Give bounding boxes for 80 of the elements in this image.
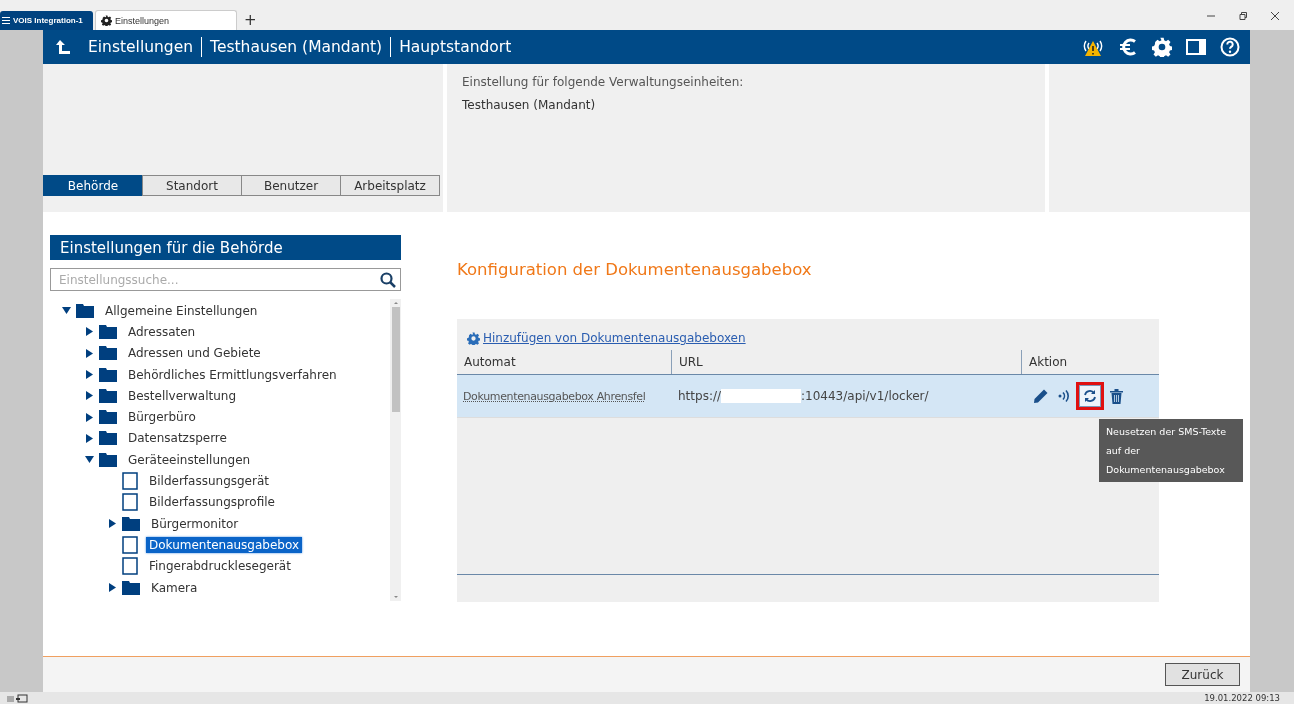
gear-icon [101,15,112,26]
tree-item[interactable]: Adressaten [125,323,199,340]
refresh-icon [1083,389,1097,403]
folder-icon [99,388,117,403]
tree-item[interactable]: Bürgerbüro [125,409,199,426]
document-icon [122,472,138,490]
url-text: https:// [678,389,721,403]
menu-icon [2,17,10,24]
add-link[interactable]: Hinzufügen von Dokumentenausgabeboxen [483,331,746,345]
caret-right-icon[interactable] [85,391,94,401]
status-icons-drawing [6,693,30,703]
scope-tab[interactable]: Benutzer [241,175,341,196]
column-header: Automat [463,354,517,371]
tree-item[interactable]: Dokumentenausgabebox [146,536,302,553]
folder-icon [99,410,117,425]
gear-icon [467,331,480,345]
folder-icon [122,516,140,531]
tree-item[interactable]: Behördliches Ermittlungsverfahren [125,366,340,383]
pencil-icon[interactable] [1033,388,1049,404]
browser-tab[interactable]: Einstellungen [95,10,237,30]
folder-icon [99,367,117,382]
tree-item[interactable]: Datensatzsperre [125,430,230,447]
tree-item[interactable]: Kamera [148,579,201,596]
signal-icon[interactable] [1058,389,1070,403]
tree-item[interactable]: Geräteeinstellungen [125,451,254,468]
status-datetime: 19.01.2022 09:13 [1204,693,1280,703]
column-header: Aktion [1021,350,1159,374]
tree-item[interactable]: Adressen und Gebiete [125,345,264,362]
scope-tab[interactable]: Arbeitsplatz [340,175,440,196]
caret-right-icon[interactable] [85,433,94,443]
euro-icon[interactable] [1118,37,1138,57]
url-text: :10443/api/v1/locker/ [801,389,929,403]
caret-right-icon[interactable] [108,583,117,592]
restore-icon[interactable] [1238,11,1248,21]
scope-label: Einstellung für folgende Verwaltungseinheiten: [462,75,745,89]
caret-down-icon[interactable] [85,455,94,465]
document-icon [122,493,138,512]
caret-right-icon[interactable] [85,348,94,358]
up-arrow-icon[interactable] [55,39,71,55]
side-panel-icon[interactable] [1186,39,1206,55]
tree-item[interactable]: Fingerabdrucklesegerät [146,558,294,575]
tree-item[interactable]: Allgemeine Einstellungen [102,302,261,319]
tooltip: Neusetzen der SMS-Texte auf der Dokumentenausgabebox [1099,419,1243,482]
refresh-button[interactable] [1076,382,1104,410]
help-icon[interactable] [1220,37,1240,57]
tree-item[interactable]: Bilderfassungsprofile [146,494,278,511]
scope-value: Testhausen (Mandant) [462,98,597,112]
document-icon [122,557,138,576]
search-icon[interactable] [380,272,396,288]
app-tab[interactable]: VOIS Integration-1 [0,11,93,30]
folder-icon [99,431,117,446]
tree-item[interactable]: Bürgermonitor [148,515,242,532]
page-heading: Konfiguration der Dokumentenausgabebox [457,260,813,279]
folder-icon [99,452,117,467]
column-header: URL [671,350,1021,374]
tree-item[interactable]: Bestellverwaltung [125,387,240,404]
folder-icon [76,303,94,318]
caret-right-icon[interactable] [85,327,94,337]
tree-item[interactable]: Bilderfassungsgerät [146,473,272,489]
caret-right-icon[interactable] [85,370,94,380]
caret-right-icon[interactable] [108,519,117,529]
scope-tab[interactable]: Standort [142,175,242,196]
back-button[interactable]: Zurück [1165,663,1240,686]
table-cell: Dokumentenausgabebox Ahrensfel [463,389,646,403]
breadcrumb[interactable]: Hauptstandort [399,38,512,56]
breadcrumb[interactable]: Einstellungen [88,38,194,56]
caret-right-icon[interactable] [85,412,94,422]
caret-down-icon[interactable] [62,306,71,316]
settings-icon[interactable] [1152,37,1172,57]
close-icon[interactable] [1270,11,1280,21]
new-tab-button[interactable]: + [244,11,257,29]
document-icon [122,535,138,554]
sidebar-title: Einstellungen für die Behörde [50,235,401,260]
folder-icon [99,324,117,339]
search-field[interactable]: Einstellungssuche... [50,268,401,291]
breadcrumb[interactable]: Testhausen (Mandant) [210,38,383,56]
scope-tab[interactable]: Behörde [43,175,143,196]
folder-icon [122,580,140,595]
folder-icon [99,346,117,361]
trash-icon[interactable] [1110,388,1123,404]
